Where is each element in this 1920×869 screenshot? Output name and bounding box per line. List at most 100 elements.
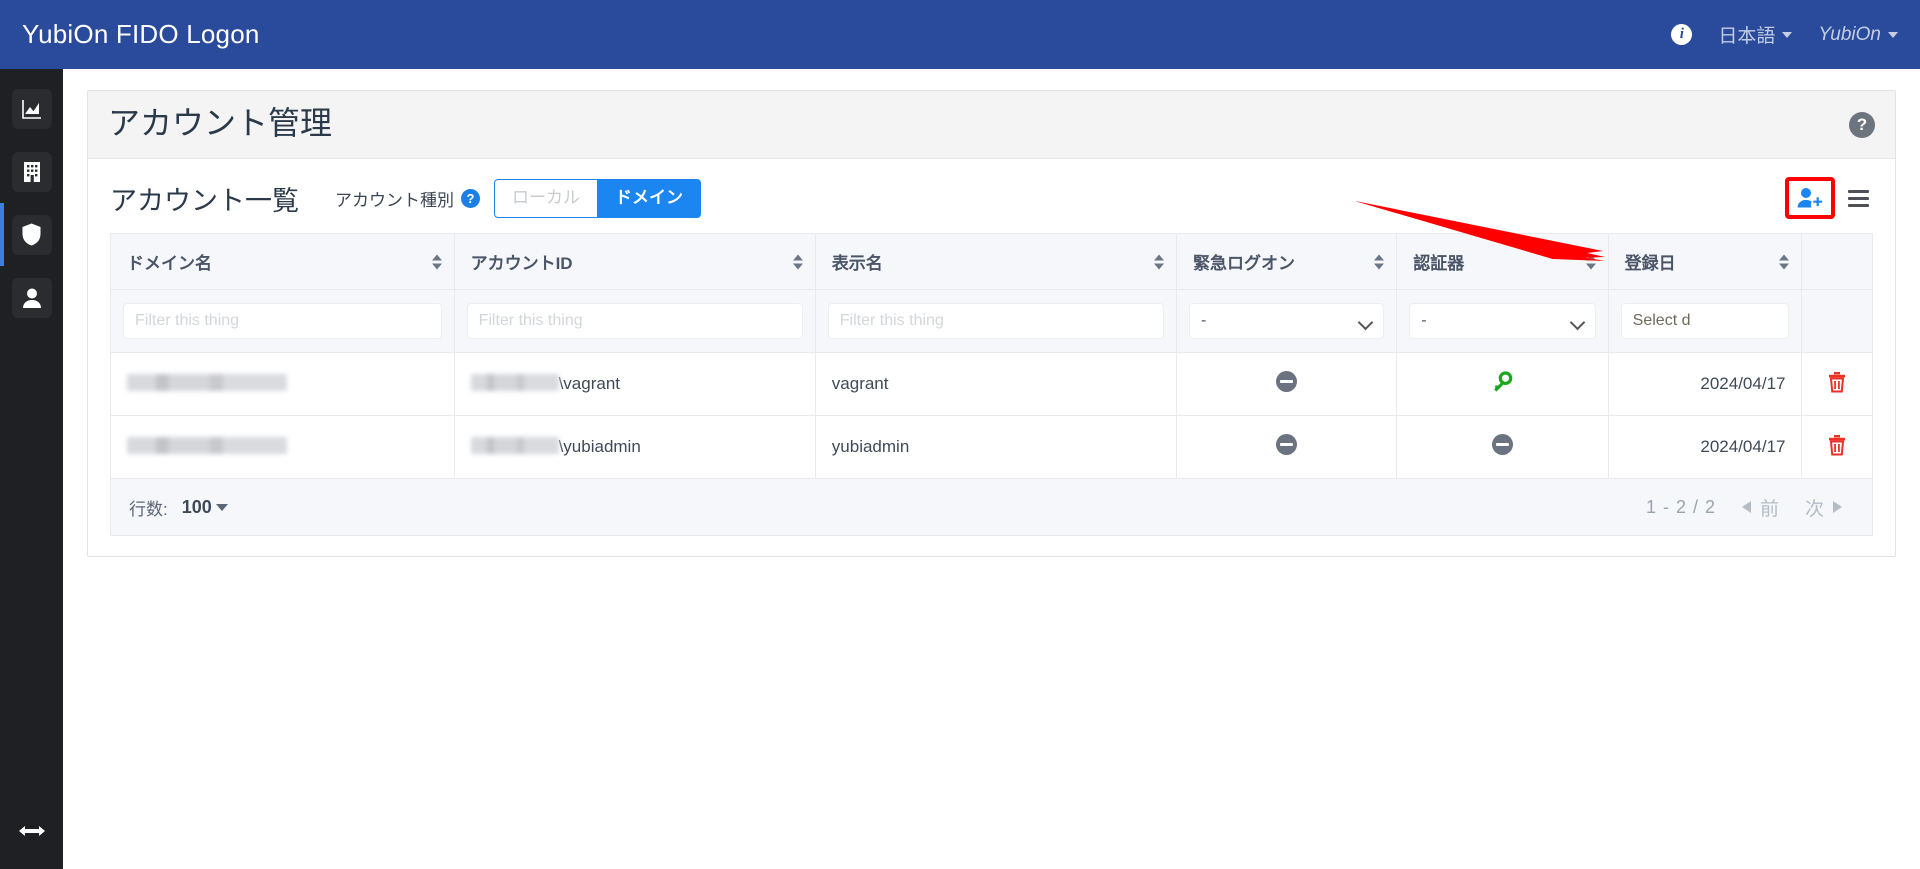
top-bar: YubiOn FIDO Logon i 日本語 YubiOn bbox=[0, 0, 1920, 69]
accounts-table: ドメイン名 アカウントID 表示名 緊急ログオン 認証器 登録日 Filter … bbox=[110, 233, 1873, 480]
toolbar-actions bbox=[1785, 177, 1873, 220]
filter-cell-emergency-logon: - bbox=[1175, 289, 1398, 354]
delete-row-button[interactable] bbox=[1827, 434, 1847, 456]
cell-display-name: vagrant bbox=[814, 352, 1177, 417]
top-bar-actions: i 日本語 YubiOn bbox=[1671, 21, 1898, 48]
redacted-domain-value bbox=[127, 374, 287, 392]
account-menu[interactable]: YubiOn bbox=[1818, 24, 1898, 46]
chevron-down-icon bbox=[1888, 31, 1898, 38]
filter-authenticator-select[interactable]: - bbox=[1409, 303, 1596, 340]
table-footer: 行数: 100 1 - 2 / 2 前 次 bbox=[110, 479, 1873, 537]
account-type-label-group: アカウント種別 ? bbox=[335, 186, 480, 211]
table-row: \vagrant vagrant 2024/04/17 bbox=[110, 352, 1873, 417]
filter-cell-display-name bbox=[814, 289, 1177, 354]
sort-icon[interactable] bbox=[1374, 254, 1385, 270]
sort-icon[interactable] bbox=[1779, 254, 1790, 270]
cell-registered-date: 2024/04/17 bbox=[1607, 352, 1803, 417]
pagination-next-button[interactable]: 次 bbox=[1805, 494, 1842, 521]
filter-authenticator-wrap: - bbox=[1409, 303, 1596, 340]
column-header-display-name[interactable]: 表示名 bbox=[814, 233, 1177, 291]
question-mark-icon[interactable]: ? bbox=[461, 188, 480, 208]
arrows-left-right-icon bbox=[18, 826, 45, 836]
caret-down-icon bbox=[215, 503, 228, 511]
column-label: 認証器 bbox=[1413, 254, 1465, 274]
cell-registered-date: 2024/04/17 bbox=[1607, 415, 1803, 480]
rows-per-page-selector[interactable]: 100 bbox=[182, 497, 228, 518]
sort-icon[interactable] bbox=[1585, 254, 1596, 270]
user-icon bbox=[22, 288, 41, 308]
sort-icon[interactable] bbox=[792, 254, 803, 270]
cell-emergency-logon bbox=[1175, 415, 1398, 480]
column-header-emergency-logon[interactable]: 緊急ログオン bbox=[1175, 233, 1398, 291]
column-header-authenticator[interactable]: 認証器 bbox=[1396, 233, 1609, 291]
minus-circle-icon bbox=[1276, 371, 1298, 393]
filter-emergency-logon-wrap: - bbox=[1188, 303, 1385, 340]
redacted-domain-value bbox=[127, 437, 287, 455]
list-heading: アカウント一覧 bbox=[110, 185, 299, 216]
column-header-registered-date[interactable]: 登録日 bbox=[1607, 233, 1803, 291]
toggle-local-button[interactable]: ローカル bbox=[494, 178, 598, 218]
account-type-toggle-group: ローカル ドメイン bbox=[494, 178, 701, 218]
add-user-button[interactable] bbox=[1789, 181, 1831, 216]
column-header-account-id[interactable]: アカウントID bbox=[453, 233, 816, 291]
filter-emergency-logon-select[interactable]: - bbox=[1188, 303, 1385, 340]
filter-account-id-input[interactable] bbox=[466, 303, 803, 340]
filter-domain-input[interactable] bbox=[123, 303, 442, 340]
hamburger-menu-icon[interactable] bbox=[1848, 189, 1869, 207]
building-icon bbox=[23, 161, 40, 182]
language-label: 日本語 bbox=[1718, 26, 1776, 47]
filter-row: - - bbox=[110, 289, 1873, 354]
column-label: アカウントID bbox=[470, 254, 573, 274]
sort-icon[interactable] bbox=[431, 254, 442, 270]
filter-cell-account-id bbox=[453, 289, 816, 354]
table-header-row: ドメイン名 アカウントID 表示名 緊急ログオン 認証器 登録日 bbox=[110, 233, 1873, 291]
cell-emergency-logon bbox=[1175, 352, 1398, 417]
cell-authenticator bbox=[1396, 352, 1609, 417]
minus-circle-icon bbox=[1491, 434, 1513, 456]
table-body: - - bbox=[110, 289, 1873, 480]
add-user-highlight bbox=[1785, 177, 1835, 220]
filter-registered-date-input[interactable] bbox=[1620, 303, 1790, 340]
sidebar bbox=[0, 69, 63, 869]
sort-icon[interactable] bbox=[1153, 254, 1164, 270]
chart-area-icon bbox=[21, 99, 41, 119]
sidebar-item-dashboard[interactable] bbox=[0, 77, 63, 140]
cell-display-name: yubiadmin bbox=[814, 415, 1177, 480]
pagination-prev-label: 前 bbox=[1759, 498, 1779, 520]
sidebar-item-accounts[interactable] bbox=[0, 266, 63, 329]
sidebar-collapse-toggle[interactable] bbox=[0, 803, 63, 859]
user-plus-icon bbox=[1797, 188, 1823, 208]
sidebar-icon-box bbox=[11, 277, 52, 318]
filter-display-name-input[interactable] bbox=[827, 303, 1164, 340]
cell-actions bbox=[1801, 352, 1873, 417]
list-toolbar: アカウント一覧 アカウント種別 ? ローカル ドメイン bbox=[88, 159, 1895, 233]
sidebar-icon-box bbox=[11, 88, 52, 129]
pagination-range: 1 - 2 / 2 bbox=[1645, 496, 1716, 517]
cell-actions bbox=[1801, 415, 1873, 480]
toggle-domain-button[interactable]: ドメイン bbox=[598, 178, 701, 218]
cell-authenticator bbox=[1396, 415, 1609, 480]
column-header-domain-name[interactable]: ドメイン名 bbox=[110, 233, 455, 291]
info-icon[interactable]: i bbox=[1671, 24, 1693, 45]
language-selector[interactable]: 日本語 bbox=[1718, 21, 1793, 48]
column-label: 緊急ログオン bbox=[1192, 254, 1295, 274]
redacted-account-prefix bbox=[470, 374, 559, 392]
cell-domain-name bbox=[110, 352, 455, 417]
main-content: アカウント管理 ? アカウント一覧 アカウント種別 ? ローカル ドメイン ドメ… bbox=[63, 69, 1920, 869]
sidebar-item-security[interactable] bbox=[0, 203, 63, 266]
account-type-label: アカウント種別 bbox=[335, 190, 454, 210]
account-menu-label: YubiOn bbox=[1818, 23, 1881, 45]
account-id-suffix: \yubiadmin bbox=[558, 437, 641, 457]
trash-icon bbox=[1829, 371, 1846, 393]
filter-cell-domain bbox=[110, 289, 455, 354]
pagination-prev-button[interactable]: 前 bbox=[1741, 494, 1779, 521]
column-label: 表示名 bbox=[831, 254, 883, 274]
column-header-actions bbox=[1801, 233, 1873, 291]
sidebar-item-organization[interactable] bbox=[0, 140, 63, 203]
help-icon[interactable]: ? bbox=[1849, 111, 1875, 138]
delete-row-button[interactable] bbox=[1827, 371, 1847, 393]
table-head: ドメイン名 アカウントID 表示名 緊急ログオン 認証器 登録日 bbox=[110, 233, 1873, 291]
account-id-suffix: \vagrant bbox=[558, 374, 621, 394]
shield-icon bbox=[22, 223, 41, 246]
column-label: ドメイン名 bbox=[127, 254, 212, 274]
